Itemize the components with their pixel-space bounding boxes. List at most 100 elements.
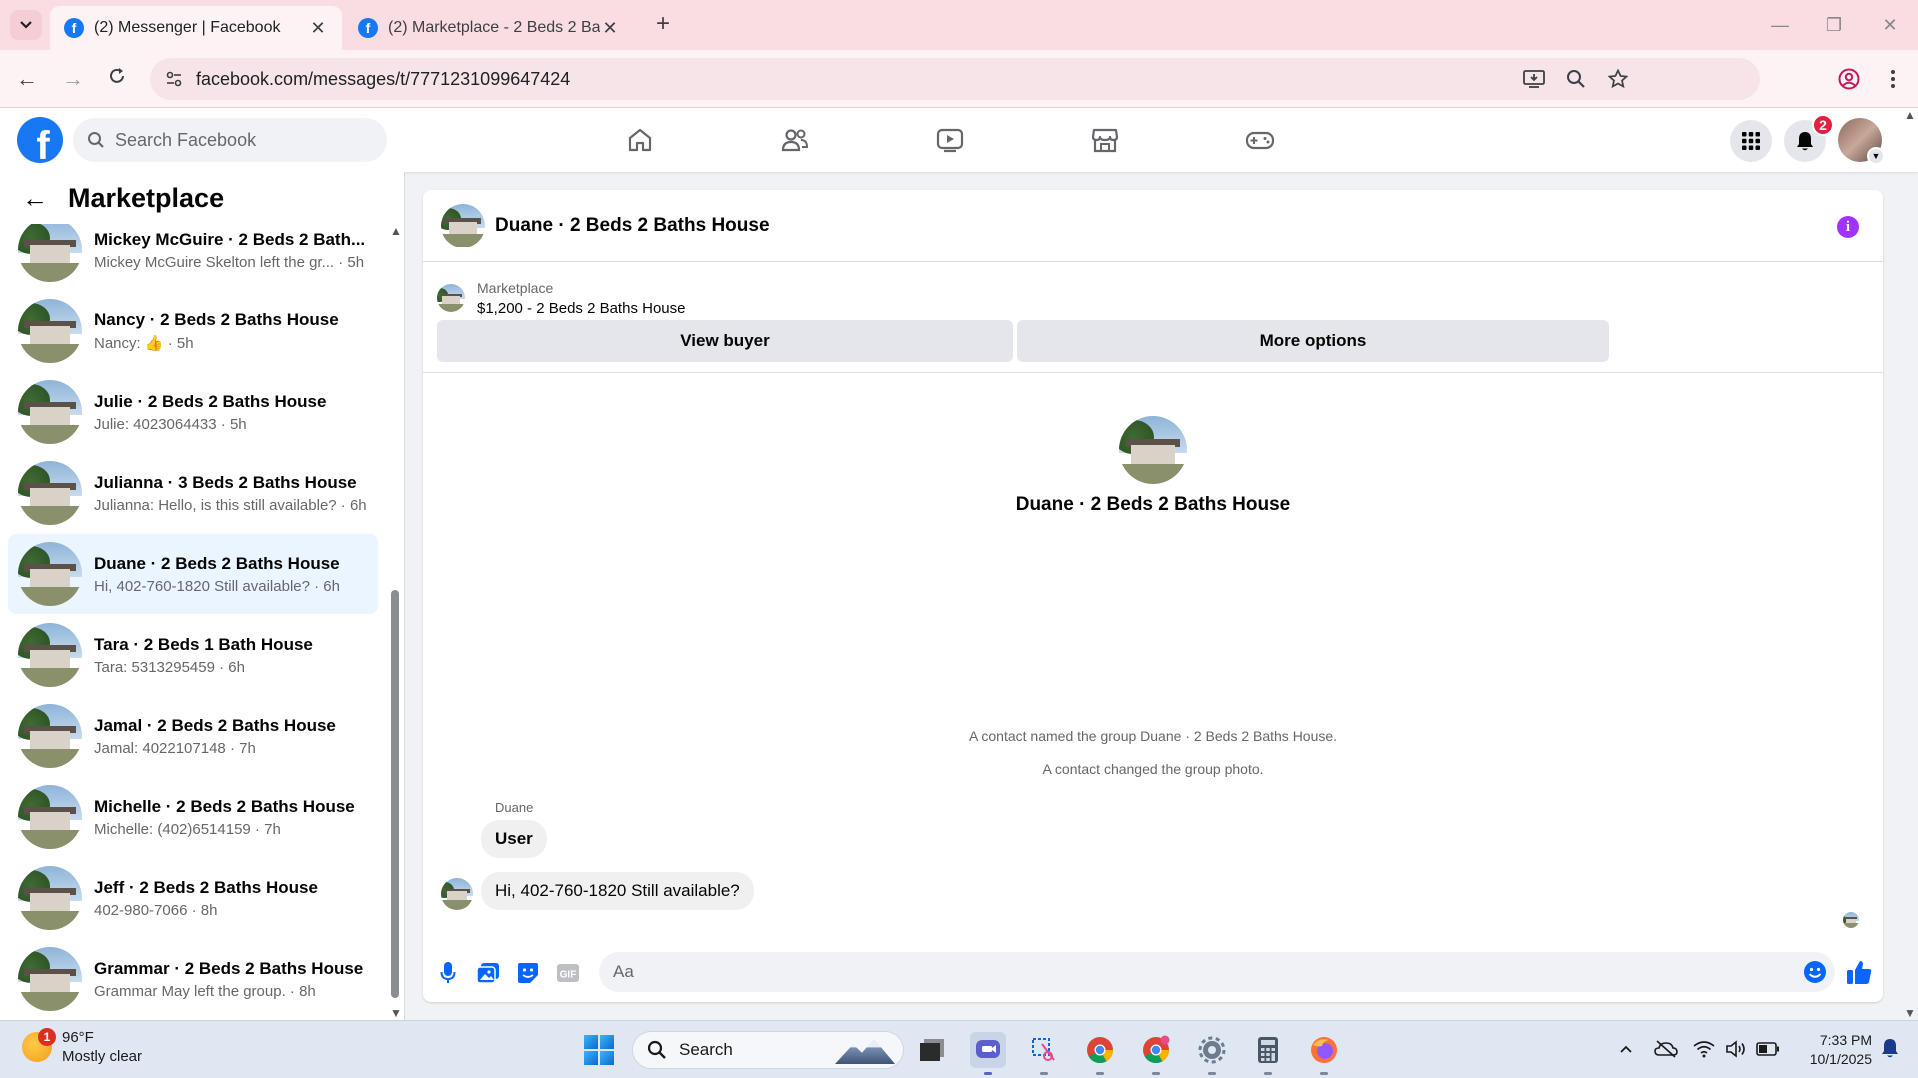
tab-search-dropdown[interactable] (10, 10, 42, 40)
conversation-title: Duane · 2 Beds 2 Baths House (94, 553, 340, 573)
conversation-item[interactable]: Duane · 2 Beds 2 Baths House Hi, 402-760-… (8, 534, 378, 614)
conversation-preview: Tara: 5313295459 · 6h (94, 658, 245, 676)
conversation-item[interactable]: Grammar · 2 Beds 2 Baths House Grammar Ma… (8, 939, 378, 1019)
minimize-window-button[interactable]: — (1760, 10, 1800, 40)
zoom-icon[interactable] (1564, 67, 1588, 91)
sticker-icon[interactable] (515, 960, 541, 986)
nav-friends[interactable] (735, 108, 855, 172)
kebab-menu-icon (1891, 70, 1895, 88)
thread-title: Duane · 2 Beds 2 Baths House (1015, 494, 1291, 515)
conversation-item[interactable]: Michelle · 2 Beds 2 Baths House Michelle:… (8, 777, 378, 857)
chat-title[interactable]: Duane · 2 Beds 2 Baths House (495, 215, 770, 237)
scrollbar-thumb[interactable] (391, 590, 399, 998)
calculator-icon[interactable] (1250, 1032, 1286, 1075)
profile-button[interactable] (1834, 64, 1864, 94)
tab-messenger[interactable]: f (2) Messenger | Facebook ✕ (50, 6, 342, 50)
tray-overflow-chevron-icon[interactable] (1614, 1037, 1638, 1061)
conversation-item[interactable]: Mickey McGuire · 2 Beds 2 Bath... Mickey … (8, 224, 378, 290)
facebook-search[interactable] (73, 118, 387, 162)
nav-marketplace[interactable] (1045, 108, 1165, 172)
conversation-preview: 402-980-7066 · 8h (94, 901, 218, 919)
conversation-item[interactable]: Julie · 2 Beds 2 Baths House Julie: 40230… (8, 372, 378, 452)
facebook-logo-icon[interactable]: f (17, 117, 63, 163)
emoji-icon[interactable] (1803, 960, 1827, 984)
new-tab-button[interactable]: + (650, 12, 676, 38)
nav-home[interactable] (580, 108, 700, 172)
conversation-item[interactable]: Jeff · 2 Beds 2 Baths House 402-980-7066 … (8, 858, 378, 938)
info-icon[interactable]: i (1837, 216, 1859, 238)
nav-video[interactable] (890, 108, 1010, 172)
conversation-item[interactable]: Julianna · 3 Beds 2 Baths House Julianna:… (8, 453, 378, 533)
battery-icon[interactable] (1756, 1037, 1780, 1061)
address-bar[interactable]: facebook.com/messages/t/7771231099647424 (150, 58, 1760, 100)
chrome-icon[interactable] (1082, 1032, 1118, 1075)
chat-panel: Duane · 2 Beds 2 Baths House i Marketpla… (423, 190, 1883, 1002)
scroll-up-icon[interactable]: ▲ (390, 224, 402, 238)
conversation-title: Grammar · 2 Beds 2 Baths House (94, 958, 364, 978)
more-options-button[interactable]: More options (1017, 320, 1609, 362)
close-window-button[interactable]: ✕ (1870, 10, 1910, 40)
tab-title: (2) Messenger | Facebook (94, 19, 281, 36)
back-arrow-icon[interactable]: ← (22, 183, 48, 214)
chat-avatar[interactable] (441, 203, 485, 248)
photo-icon[interactable] (475, 960, 501, 986)
sidebar-scrollbar[interactable]: ▲ ▼ (389, 224, 402, 1020)
back-button[interactable]: ← (12, 64, 42, 94)
onedrive-offline-icon[interactable] (1654, 1037, 1678, 1061)
browser-menu-button[interactable] (1878, 64, 1908, 94)
bookmark-star-icon[interactable] (1606, 67, 1630, 91)
scroll-down-icon[interactable]: ▼ (1904, 1006, 1916, 1020)
site-info-icon[interactable] (164, 69, 184, 89)
microphone-icon[interactable] (435, 960, 461, 986)
search-highlight-icon (835, 1038, 895, 1064)
gif-icon[interactable]: GIF (555, 960, 581, 986)
volume-icon[interactable] (1724, 1037, 1748, 1061)
listing-label: Marketplace (477, 279, 554, 296)
notification-center-bell-icon[interactable] (1880, 1037, 1904, 1061)
page-scrollbar[interactable]: ▲ ▼ (1902, 108, 1918, 1020)
reload-button[interactable] (102, 64, 132, 94)
teams-chat-icon[interactable] (970, 1032, 1006, 1075)
forward-button[interactable]: → (58, 64, 88, 94)
facebook-search-input[interactable] (115, 129, 355, 151)
notifications-button[interactable]: 2 (1784, 114, 1834, 162)
taskbar-search[interactable]: Search (632, 1031, 904, 1069)
weather-widget[interactable]: 1 96°F Mostly clear (22, 1028, 142, 1065)
message-input[interactable] (599, 952, 1835, 992)
sender-avatar[interactable] (441, 878, 473, 910)
wifi-icon[interactable] (1692, 1037, 1716, 1061)
settings-gear-icon[interactable] (1194, 1032, 1230, 1075)
tab-marketplace[interactable]: f (2) Marketplace - 2 Beds 2 Baths ✕ (344, 6, 634, 50)
close-tab-icon[interactable]: ✕ (308, 18, 328, 39)
bell-icon (1797, 132, 1813, 151)
scroll-up-icon[interactable]: ▲ (1904, 108, 1916, 122)
chrome-profile-icon[interactable] (1138, 1032, 1174, 1075)
chevron-down-icon: ▼ (1867, 147, 1885, 165)
snipping-tool-icon[interactable] (1026, 1032, 1062, 1075)
conversation-item[interactable]: Jamal · 2 Beds 2 Baths House Jamal: 40221… (8, 696, 378, 776)
browser-toolbar: ← → facebook.com/messages/t/777123109964… (0, 50, 1918, 108)
system-clock[interactable]: 7:33 PM 10/1/2025 (1796, 1031, 1872, 1069)
account-avatar[interactable]: ▼ (1838, 118, 1885, 165)
file-explorer-icon[interactable] (914, 1032, 950, 1068)
close-tab-icon[interactable]: ✕ (600, 18, 620, 39)
conversation-item[interactable]: Tara · 2 Beds 1 Bath House Tara: 53132954… (8, 615, 378, 695)
reload-icon (110, 68, 124, 83)
nav-gaming[interactable] (1200, 108, 1320, 172)
thumbs-up-icon[interactable] (1845, 958, 1873, 986)
menu-button[interactable] (1730, 120, 1772, 162)
firefox-icon[interactable] (1306, 1032, 1342, 1075)
restore-window-button[interactable]: ❐ (1814, 10, 1854, 40)
view-buyer-button[interactable]: View buyer (437, 320, 1013, 362)
install-app-icon[interactable] (1522, 67, 1546, 91)
sidebar-title: Marketplace (68, 182, 225, 213)
scroll-down-icon[interactable]: ▼ (390, 1006, 402, 1020)
conversation-avatar (18, 947, 82, 1011)
conversation-item[interactable]: Nancy · 2 Beds 2 Baths House Nancy: 👍 · 5… (8, 291, 378, 371)
windows-start-icon[interactable] (584, 1035, 614, 1065)
conversation-sidebar: ← Marketplace Mickey McGuire · 2 Beds 2 … (0, 172, 405, 1020)
message-bubble[interactable]: Hi, 402-760-1820 Still available? (481, 872, 754, 910)
listing-summary[interactable]: Marketplace $1,200 - 2 Beds 2 Baths Hous… (437, 272, 1867, 324)
weather-badge: 1 (38, 1028, 56, 1046)
message-bubble[interactable]: User (481, 820, 547, 858)
